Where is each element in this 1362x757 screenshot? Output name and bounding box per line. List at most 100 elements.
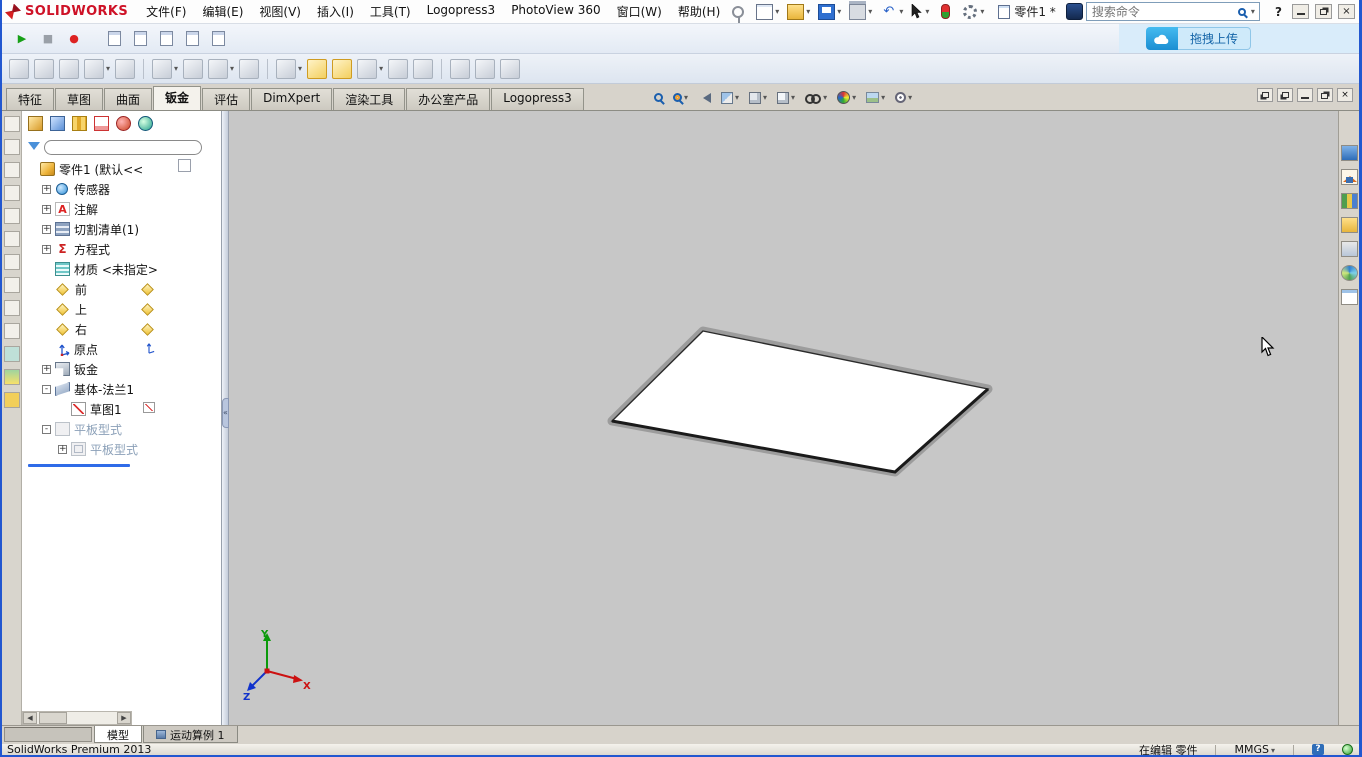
chevron-down-icon[interactable]: ▾ [379, 64, 383, 73]
side-toolbar-icon[interactable] [3, 208, 20, 224]
tab-render-tools[interactable]: 渲染工具 [333, 88, 406, 110]
chevron-down-icon[interactable]: ▾ [684, 93, 688, 102]
solidworks-resources-icon[interactable] [1340, 145, 1358, 161]
apply-scene-button[interactable]: ▾ [862, 87, 889, 108]
chevron-down-icon[interactable]: ▾ [298, 64, 302, 73]
toolbar-icon-active[interactable] [331, 57, 353, 81]
side-toolbar-icon[interactable] [3, 139, 20, 155]
doc-restore-button[interactable] [1317, 88, 1333, 102]
chevron-down-icon[interactable]: ▾ [925, 7, 929, 16]
toolbar-icon[interactable]: ▾ [151, 57, 179, 81]
displaymanager-tab-icon[interactable] [116, 115, 131, 131]
expander-icon[interactable]: + [58, 444, 67, 454]
chevron-down-icon[interactable]: ▾ [791, 93, 795, 102]
chevron-down-icon[interactable]: ▾ [837, 7, 841, 16]
undo-button[interactable]: ↶ ▾ [876, 2, 907, 22]
display-pane-plane-icon[interactable] [141, 302, 154, 316]
zoom-area-button[interactable]: ▾ [669, 87, 692, 108]
menu-window[interactable]: 窗口(W) [609, 0, 670, 23]
select-button[interactable]: ▾ [907, 2, 933, 22]
toolbar-icon[interactable] [412, 57, 434, 81]
toolbar-icon[interactable]: ▾ [356, 57, 384, 81]
save-document-button[interactable]: ▾ [814, 2, 845, 22]
tile-window-button[interactable] [1277, 88, 1293, 102]
status-help-icon[interactable]: ? [1312, 744, 1324, 755]
restore-button[interactable] [1315, 4, 1332, 19]
print-document-button[interactable]: ▾ [845, 2, 876, 22]
appearances-icon[interactable] [1340, 265, 1358, 281]
minimize-button[interactable] [1292, 4, 1309, 19]
side-toolbar-icon[interactable] [3, 346, 20, 362]
tab-logopress3[interactable]: Logopress3 [491, 88, 584, 110]
scrollbar-track[interactable] [37, 712, 117, 724]
pin-menu-icon[interactable] [732, 5, 745, 23]
tab-office-products[interactable]: 办公室产品 [406, 88, 491, 110]
chevron-down-icon[interactable]: ▾ [852, 93, 856, 102]
tab-sheet-metal[interactable]: 钣金 [153, 86, 202, 110]
expander-icon[interactable]: + [42, 184, 51, 194]
new-document-button[interactable]: ▾ [752, 2, 783, 22]
expander-icon[interactable]: + [42, 244, 51, 254]
menu-photoview360[interactable]: PhotoView 360 [503, 0, 608, 23]
tab-model[interactable]: 模型 [94, 726, 142, 743]
file-explorer-icon[interactable] [1340, 217, 1358, 233]
help-button[interactable]: ? [1271, 5, 1286, 19]
propertymanager-tab-icon[interactable] [50, 115, 65, 131]
tree-item-base-flange[interactable]: - 基体-法兰1 [22, 379, 221, 399]
graphics-viewport[interactable]: Y X Z [229, 111, 1338, 725]
menu-insert[interactable]: 插入(I) [309, 0, 362, 23]
previous-view-button[interactable] [694, 87, 715, 108]
chevron-down-icon[interactable]: ▾ [868, 7, 872, 16]
tree-item-part-root[interactable]: 零件1 (默认<< [22, 159, 221, 179]
expander-icon[interactable]: + [42, 224, 51, 234]
tab-evaluate[interactable]: 评估 [202, 88, 251, 110]
drag-upload-button[interactable]: 拖拽上传 [1145, 27, 1251, 50]
hide-show-items-button[interactable]: ▾ [801, 87, 831, 108]
view-settings-button[interactable]: ▾ [891, 87, 916, 108]
toolbar-icon[interactable] [114, 57, 136, 81]
tab-surfaces[interactable]: 曲面 [104, 88, 153, 110]
side-toolbar-icon[interactable] [3, 392, 20, 408]
scrollbar-thumb[interactable] [39, 712, 67, 724]
tree-item-origin[interactable]: 原点 [22, 339, 221, 359]
tree-item-equations[interactable]: + Σ 方程式 [22, 239, 221, 259]
chevron-down-icon[interactable]: ▾ [763, 93, 767, 102]
tree-item-sketch1[interactable]: 草图1 [22, 399, 221, 419]
display-style-button[interactable]: ▾ [773, 87, 799, 108]
zoom-fit-button[interactable] [650, 87, 667, 108]
doc-close-button[interactable]: × [1337, 88, 1353, 102]
toolbar-icon[interactable] [449, 57, 471, 81]
dimxpertmanager-tab-icon[interactable] [94, 115, 109, 131]
macro-toolbar-button[interactable] [182, 30, 202, 48]
rollback-bar[interactable] [28, 464, 130, 467]
display-pane-sketch-icon[interactable] [143, 402, 155, 416]
side-toolbar-icon[interactable] [3, 162, 20, 178]
display-pane-plane-icon[interactable] [141, 282, 154, 296]
toolbar-icon[interactable] [387, 57, 409, 81]
tree-item-cut-list[interactable]: + 切割清单(1) [22, 219, 221, 239]
design-library-icon[interactable] [1340, 193, 1358, 209]
tab-features[interactable]: 特征 [6, 88, 55, 110]
display-pane-origin-icon[interactable] [143, 342, 155, 357]
stop-macro-button[interactable]: ■ [38, 30, 58, 48]
new-macro-button[interactable] [104, 30, 124, 48]
panel-splitter[interactable]: « [222, 111, 229, 725]
tree-item-annotations[interactable]: + A 注解 [22, 199, 221, 219]
tree-item-top-plane[interactable]: 上 [22, 299, 221, 319]
doc-minimize-button[interactable] [1297, 88, 1313, 102]
home-icon[interactable] [1340, 169, 1358, 185]
side-toolbar-icon[interactable] [3, 254, 20, 270]
status-tip-icon[interactable] [1342, 744, 1353, 755]
toolbar-icon[interactable] [238, 57, 260, 81]
chevron-down-icon[interactable]: ▾ [174, 64, 178, 73]
search-brand-icon[interactable] [1065, 3, 1083, 20]
expander-icon[interactable]: + [42, 204, 51, 214]
tree-item-flat-pattern[interactable]: + 平板型式 [22, 439, 221, 459]
toolbar-icon[interactable] [58, 57, 80, 81]
menu-edit[interactable]: 编辑(E) [194, 0, 251, 23]
chevron-down-icon[interactable]: ▾ [980, 7, 984, 16]
chevron-down-icon[interactable]: ▾ [823, 93, 827, 102]
menu-help[interactable]: 帮助(H) [670, 0, 728, 23]
custom-properties-icon[interactable] [1340, 289, 1358, 305]
section-view-button[interactable]: ▾ [717, 87, 743, 108]
